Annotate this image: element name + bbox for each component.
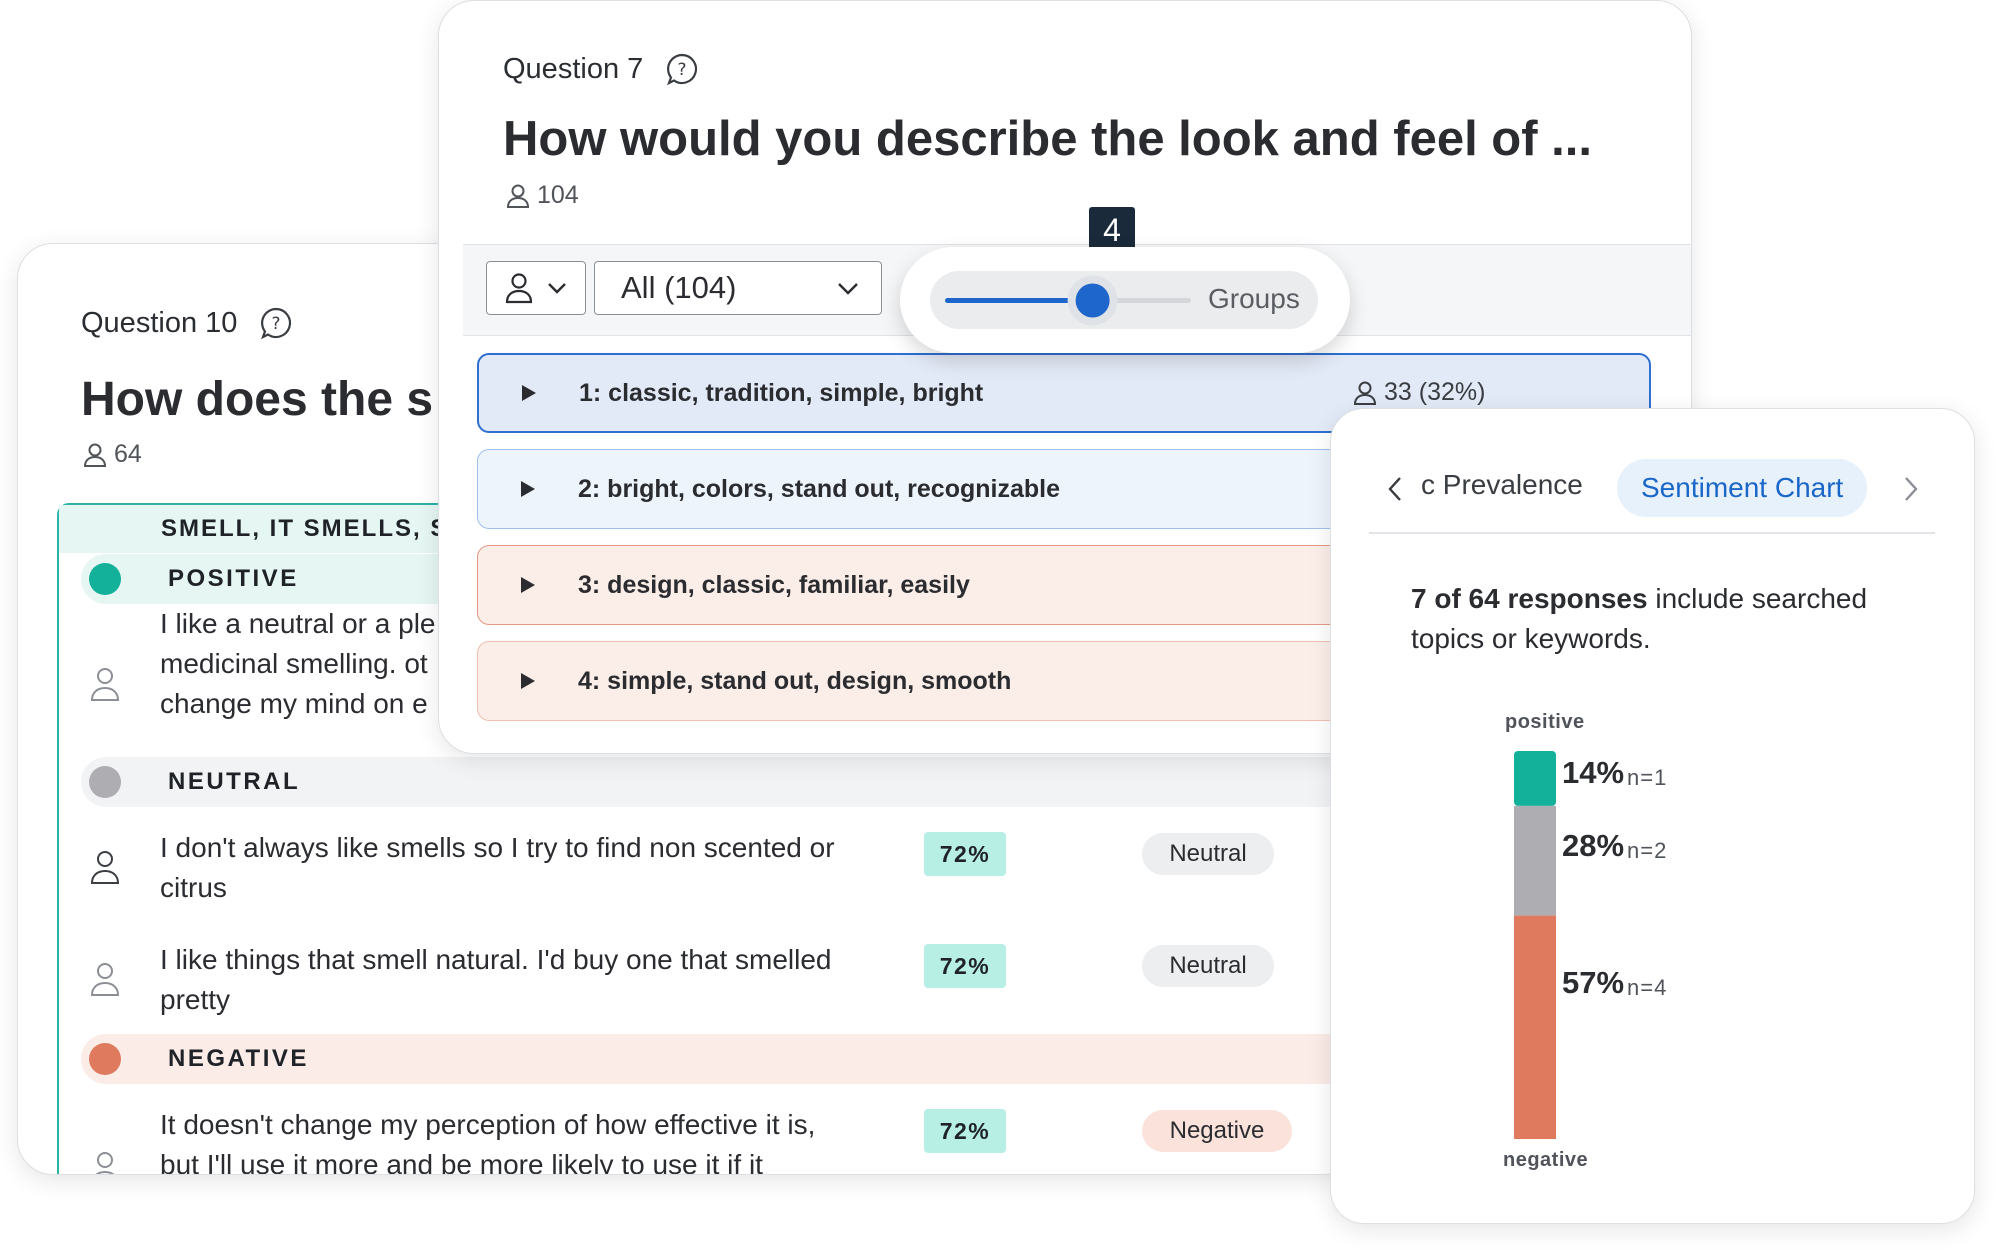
response-line: I don't always like smells so I try to f…	[160, 832, 835, 863]
response-text: I like a neutral or a ple medicinal smel…	[160, 604, 460, 724]
sentiment-chart-card: c Prevalence Sentiment Chart 7 of 64 res…	[1330, 408, 1975, 1224]
person-icon	[505, 183, 531, 209]
response-line: I like a neutral or a ple	[160, 608, 436, 639]
respondent-count: 104	[505, 181, 579, 210]
response-line: It doesn't change my perception of how e…	[160, 1109, 816, 1140]
person-icon	[90, 849, 120, 885]
segment-select-value: All (104)	[621, 270, 737, 305]
slider-thumb[interactable]	[1075, 283, 1110, 318]
sentiment-badge-neutral: Neutral	[1142, 833, 1274, 875]
expand-triangle-icon[interactable]	[521, 384, 537, 402]
svg-text:?: ?	[272, 314, 281, 334]
respondent-count-value: 64	[114, 440, 142, 468]
bar-segment-negative[interactable]	[1514, 915, 1556, 1139]
expand-triangle-icon[interactable]	[520, 672, 536, 690]
group-label: 1: classic, tradition, simple, bright	[579, 378, 984, 407]
question-number: Question 7	[503, 52, 644, 85]
match-percent-badge: 72%	[924, 832, 1006, 876]
group-count-value: 33 (32%)	[1384, 378, 1486, 406]
sentiment-row-negative: NEGATIVE	[81, 1034, 1358, 1084]
response-line: citrus	[160, 872, 227, 903]
chevron-down-icon	[837, 282, 859, 295]
person-icon	[90, 666, 120, 702]
response-line: change my mind on e	[160, 688, 428, 719]
positive-dot	[89, 563, 121, 595]
segment-count-label: n=2	[1627, 837, 1668, 863]
sentiment-label: NEUTRAL	[168, 768, 301, 795]
person-icon	[505, 272, 533, 304]
response-text: I don't always like smells so I try to f…	[160, 828, 920, 908]
expand-triangle-icon[interactable]	[520, 480, 536, 498]
response-line: I like things that smell natural. I'd bu…	[160, 944, 832, 975]
match-percent-badge: 72%	[924, 944, 1006, 988]
question-number: Question 10	[81, 306, 238, 339]
groups-slider-popover: Groups	[900, 247, 1350, 353]
slider-container: Groups	[930, 271, 1318, 329]
chevron-down-icon	[547, 282, 567, 294]
segment-percent-label: 14%	[1562, 755, 1625, 790]
neutral-dot	[89, 766, 121, 798]
question-label: Question 10 ?	[81, 306, 293, 340]
response-text: It doesn't change my perception of how e…	[160, 1105, 920, 1175]
sentiment-badge-neutral: Neutral	[1142, 945, 1274, 987]
respondent-filter-button[interactable]	[486, 261, 586, 315]
question-title: How does the s	[81, 373, 434, 426]
response-line: pretty	[160, 984, 231, 1015]
match-percent-badge: 72%	[924, 1109, 1006, 1153]
respondent-count-value: 104	[537, 181, 579, 209]
sentiment-row-neutral: NEUTRAL	[81, 757, 1358, 807]
person-icon	[90, 1150, 120, 1174]
question-title: How would you describe the look and feel…	[503, 112, 1593, 166]
svg-text:?: ?	[678, 60, 687, 80]
response-line: medicinal smelling. ot	[160, 648, 428, 679]
segment-count-label: n=1	[1627, 765, 1668, 790]
response-text: I like things that smell natural. I'd bu…	[160, 940, 920, 1020]
bar-segment-positive[interactable]	[1514, 751, 1556, 806]
group-count: 33 (32%)	[1352, 378, 1485, 407]
group-label: 2: bright, colors, stand out, recognizab…	[578, 474, 1060, 503]
segment-select[interactable]: All (104)	[594, 261, 882, 315]
group-label: 4: simple, stand out, design, smooth	[578, 666, 1012, 695]
segment-count-label: n=4	[1627, 974, 1668, 1000]
sentiment-label: NEGATIVE	[168, 1045, 309, 1072]
group-label: 3: design, classic, familiar, easily	[578, 570, 970, 599]
sentiment-badge-negative: Negative	[1142, 1110, 1292, 1152]
person-icon	[82, 442, 108, 468]
bar-segment-cap	[1514, 1129, 1556, 1139]
sentiment-label: POSITIVE	[168, 565, 299, 592]
person-icon	[90, 961, 120, 997]
slider-label: Groups	[1208, 283, 1300, 314]
response-line: but I'll use it more and be more likely …	[160, 1149, 763, 1175]
bar-segment-neutral[interactable]	[1514, 805, 1556, 916]
segment-percent-label: 57%	[1562, 964, 1625, 1000]
sentiment-stacked-bar-chart	[1514, 751, 1556, 1139]
expand-triangle-icon[interactable]	[520, 576, 536, 594]
question-label: Question 7 ?	[503, 52, 699, 86]
segment-percent-label: 28%	[1562, 827, 1625, 863]
respondent-count: 64	[82, 440, 142, 469]
help-icon[interactable]: ?	[259, 306, 293, 340]
help-icon[interactable]: ?	[665, 52, 699, 86]
negative-dot	[89, 1043, 121, 1075]
person-icon	[1352, 380, 1378, 406]
